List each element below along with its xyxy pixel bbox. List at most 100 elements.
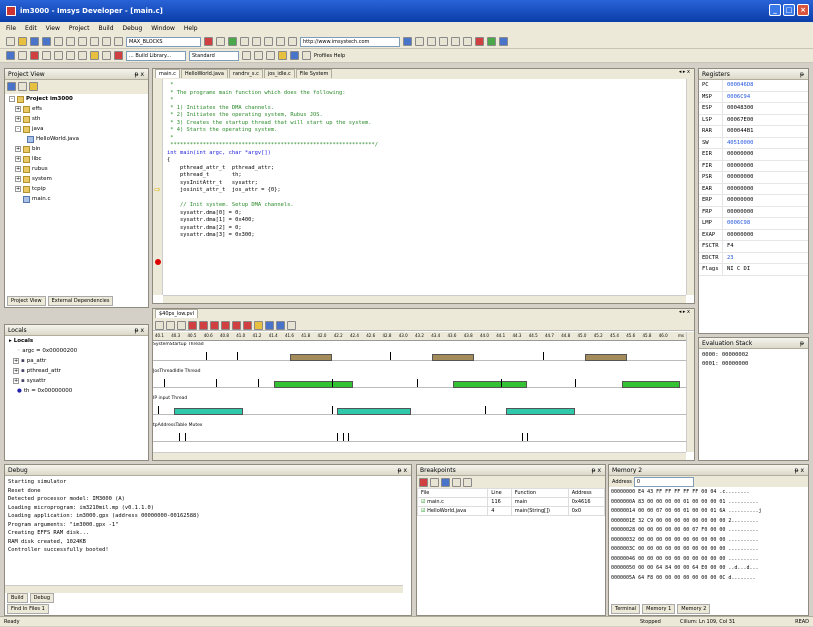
- tab-helloworld[interactable]: HelloWorld.java: [180, 69, 228, 78]
- tree-item[interactable]: + bin: [9, 144, 148, 154]
- goto-source-icon[interactable]: [463, 478, 472, 487]
- memory-dump[interactable]: 00000000 E4 43 FF FF FF FF FF 00 04 .c..…: [609, 487, 808, 584]
- register-value[interactable]: 00000000: [723, 230, 754, 241]
- tab-randrv[interactable]: randrv_s.c: [228, 69, 263, 78]
- col-line[interactable]: Line: [487, 488, 512, 498]
- maximize-button[interactable]: □: [783, 4, 795, 16]
- register-value[interactable]: 000046D8: [723, 80, 754, 91]
- editor-hscroll[interactable]: [163, 295, 686, 303]
- debug-hscroll[interactable]: [5, 585, 403, 593]
- local-var[interactable]: + ▪ sysattr: [9, 376, 148, 386]
- register-value[interactable]: 00000000: [723, 172, 754, 183]
- register-value[interactable]: 00000000: [723, 161, 754, 172]
- project-refresh-icon[interactable]: [18, 82, 27, 91]
- menu-build[interactable]: Build: [98, 25, 113, 32]
- format-icon[interactable]: [242, 51, 251, 60]
- register-row[interactable]: PC 000046D8: [699, 80, 808, 92]
- register-row[interactable]: RAR 000044B1: [699, 126, 808, 138]
- undo-icon[interactable]: [90, 37, 99, 46]
- tab-memory-1[interactable]: Memory 1: [642, 604, 676, 614]
- close-button[interactable]: ×: [797, 4, 809, 16]
- thread-lane[interactable]: JosThreadIdle Thread: [153, 369, 686, 396]
- memory-row[interactable]: 0000003C 00 00 00 00 00 00 00 00 00 00 .…: [611, 545, 806, 555]
- register-row[interactable]: LSP 00067E00: [699, 114, 808, 126]
- memory-row[interactable]: 00000014 00 00 07 00 00 01 00 00 01 6A .…: [611, 507, 806, 517]
- register-row[interactable]: MSP 0006C94: [699, 91, 808, 103]
- register-value[interactable]: 00067E00: [723, 115, 754, 126]
- checkbox-icon[interactable]: ☑: [421, 508, 425, 514]
- tree-item[interactable]: + effs: [9, 104, 148, 114]
- tab-terminal[interactable]: Terminal: [611, 604, 641, 614]
- new-file-icon[interactable]: [6, 37, 15, 46]
- code-line[interactable]: * 4) Starts the operating system.: [167, 127, 684, 135]
- breakpoint-icon[interactable]: [90, 51, 99, 60]
- bookmark-icon[interactable]: [278, 51, 287, 60]
- outdent-icon[interactable]: [266, 51, 275, 60]
- delete-all-icon[interactable]: [430, 478, 439, 487]
- register-row[interactable]: FSCTR F4: [699, 241, 808, 253]
- compile-icon[interactable]: [216, 37, 225, 46]
- menu-edit[interactable]: Edit: [25, 25, 37, 32]
- register-value[interactable]: 000044B1: [723, 126, 754, 137]
- menu-project[interactable]: Project: [69, 25, 90, 32]
- go-icon[interactable]: [487, 37, 496, 46]
- register-row[interactable]: Flags NI C DI: [699, 264, 808, 276]
- tl-filter-icon[interactable]: [254, 321, 263, 330]
- code-line[interactable]: int main(int argc, char *argv[]): [167, 150, 684, 158]
- indent-icon[interactable]: [254, 51, 263, 60]
- project-folder-icon[interactable]: [29, 82, 38, 91]
- register-row[interactable]: SW 40510000: [699, 137, 808, 149]
- step-out-icon[interactable]: [66, 51, 75, 60]
- thread-run-bar[interactable]: [290, 354, 333, 361]
- tl-marker-icon[interactable]: [188, 321, 197, 330]
- register-row[interactable]: EDCTR 23: [699, 252, 808, 264]
- debug-start-icon[interactable]: [6, 51, 15, 60]
- register-row[interactable]: FIR 00000000: [699, 160, 808, 172]
- tl-marker-icon[interactable]: [243, 321, 252, 330]
- debug-stop-icon[interactable]: [30, 51, 39, 60]
- debug-pause-icon[interactable]: [18, 51, 27, 60]
- code-line[interactable]: *: [167, 97, 684, 105]
- menu-debug[interactable]: Debug: [123, 25, 143, 32]
- build-icon[interactable]: [204, 37, 213, 46]
- stepover-icon[interactable]: [252, 37, 261, 46]
- tab-project-view[interactable]: Project View: [7, 296, 46, 306]
- memory-row[interactable]: 00000050 00 00 64 84 00 00 64 E0 00 00 .…: [611, 564, 806, 574]
- tl-pan-icon[interactable]: [166, 321, 175, 330]
- register-value[interactable]: 00000000: [723, 207, 754, 218]
- tl-marker-icon[interactable]: [210, 321, 219, 330]
- watch-icon[interactable]: [102, 51, 111, 60]
- delete-breakpoint-icon[interactable]: [419, 478, 428, 487]
- browser-icon[interactable]: [403, 37, 412, 46]
- memory-row[interactable]: 00000032 00 00 00 00 00 00 00 00 00 00 .…: [611, 536, 806, 546]
- code-line[interactable]: pthread_attr_t pthread_attr;: [167, 165, 684, 173]
- code-line[interactable]: * The programs main function which does …: [167, 90, 684, 98]
- code-line[interactable]: sysattr.dma[3] = 0x300;: [167, 232, 684, 240]
- help-icon[interactable]: [302, 51, 311, 60]
- menu-help[interactable]: Help: [184, 25, 198, 32]
- breakpoint-marker-icon[interactable]: [155, 259, 161, 265]
- minimize-button[interactable]: _: [769, 4, 781, 16]
- register-row[interactable]: ESP 00048300: [699, 103, 808, 115]
- view-icon[interactable]: [415, 37, 424, 46]
- local-var[interactable]: ◦ argc = 0x00000200: [9, 346, 148, 356]
- timeline-vscroll[interactable]: [686, 332, 694, 452]
- thread-lane[interactable]: IP input Thread: [153, 396, 686, 423]
- menu-window[interactable]: Window: [151, 25, 175, 32]
- tl-marker-icon[interactable]: [232, 321, 241, 330]
- code-line[interactable]: sysattr.dma[1] = 0x400;: [167, 217, 684, 225]
- paste-icon[interactable]: [78, 37, 87, 46]
- register-row[interactable]: PSR 00000000: [699, 172, 808, 184]
- save-icon[interactable]: [30, 37, 39, 46]
- register-value[interactable]: 23: [723, 253, 734, 264]
- symbol-combo[interactable]: MAX_BLOCKS: [126, 36, 201, 47]
- info-icon[interactable]: [499, 37, 508, 46]
- redo-icon[interactable]: [102, 37, 111, 46]
- table-row[interactable]: ☑ main.c 116 main 0x4616: [416, 497, 606, 507]
- register-value[interactable]: 00048300: [723, 103, 754, 114]
- window-icon[interactable]: [427, 37, 436, 46]
- standard-combo[interactable]: Standard: [189, 50, 239, 61]
- step-into-icon[interactable]: [42, 51, 51, 60]
- tl-select-icon[interactable]: [155, 321, 164, 330]
- tree-item[interactable]: + libc: [9, 154, 148, 164]
